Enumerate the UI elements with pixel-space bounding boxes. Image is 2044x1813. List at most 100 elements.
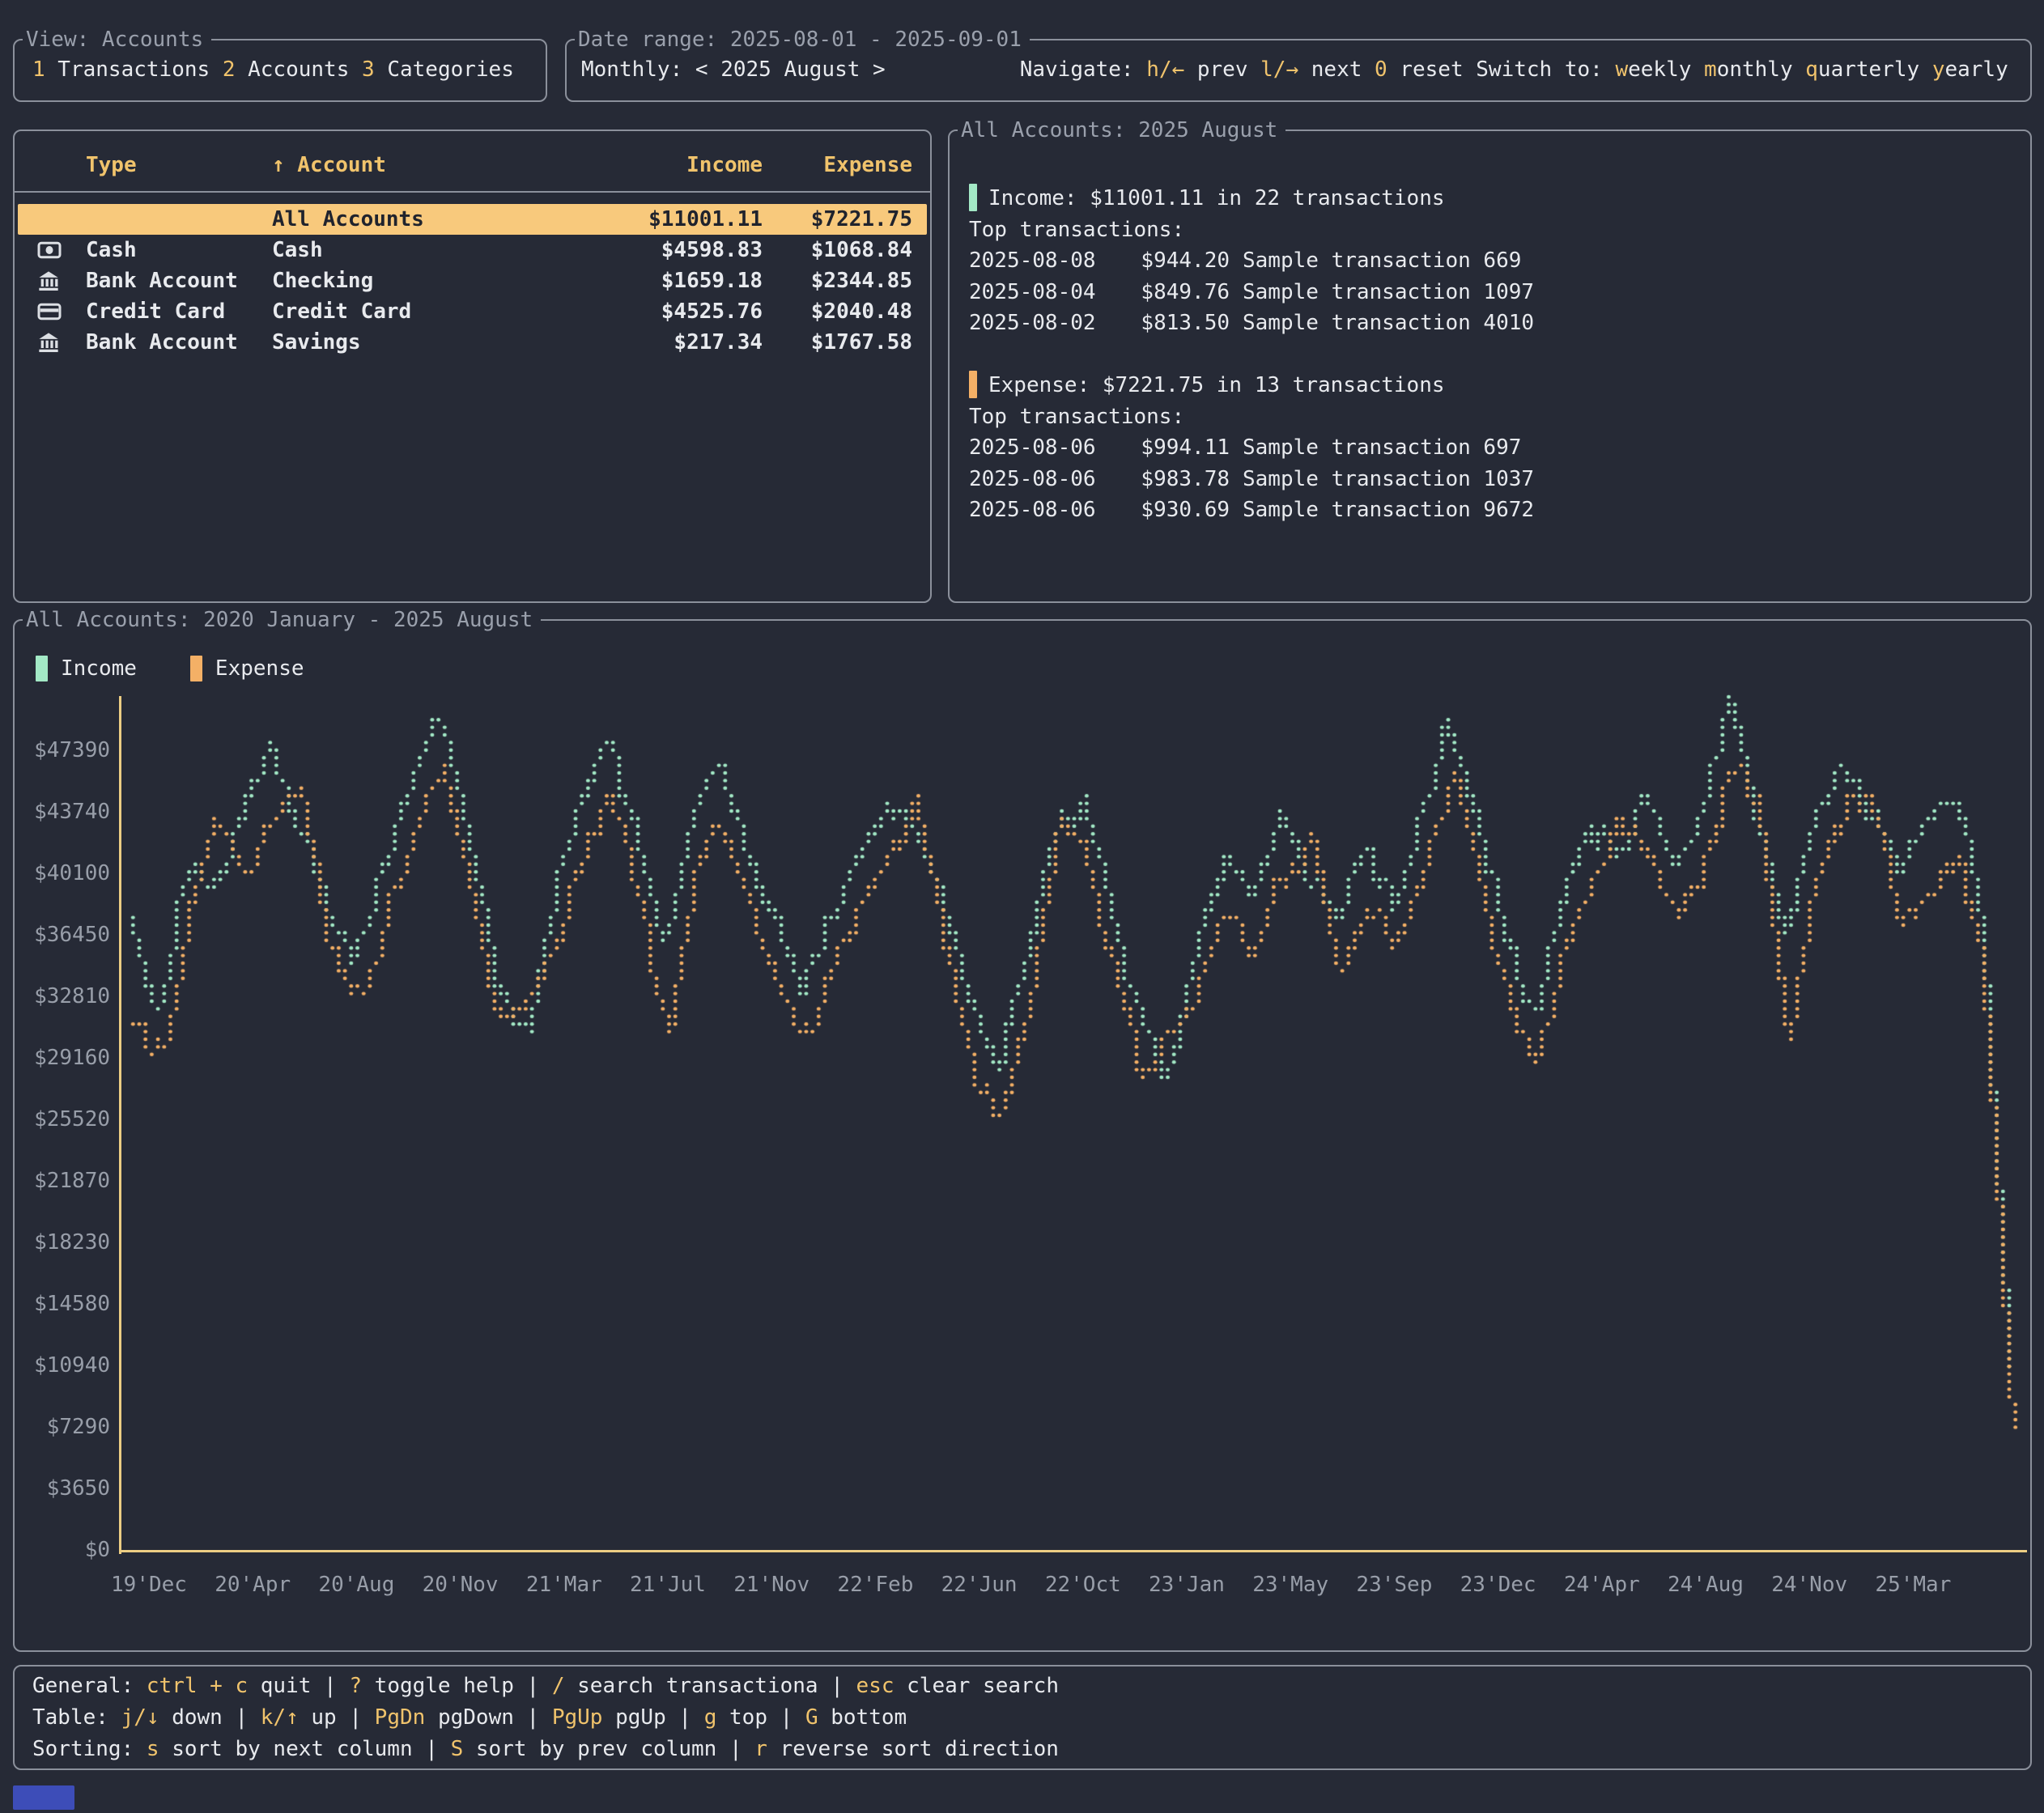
expense-marker <box>969 371 977 398</box>
help-key: PgUp <box>552 1705 603 1730</box>
help-content: General: ctrl + c quit | ? toggle help |… <box>15 1667 2030 1765</box>
navigate-key: w <box>1615 57 1628 82</box>
x-axis-label: 22'Jun <box>927 1569 1032 1600</box>
tab-transactions[interactable]: 1 Transactions <box>32 57 223 82</box>
tab-key: 1 <box>32 57 45 82</box>
navigate-text: uarterly <box>1818 57 1932 82</box>
help-text: toggle help | <box>362 1674 552 1698</box>
x-axis-label: 19'Dec <box>96 1569 202 1600</box>
y-axis-label: $10940 <box>15 1350 110 1381</box>
x-axis-line <box>119 1550 2027 1552</box>
y-axis-label: $14580 <box>15 1289 110 1319</box>
navigate-key: h/← <box>1146 57 1184 82</box>
help-text: pgUp | <box>602 1705 703 1730</box>
cell-income: $4598.83 <box>568 235 763 265</box>
chart-canvas <box>15 621 2030 1650</box>
column-header-type[interactable]: Type <box>86 147 272 183</box>
tab-label: Categories <box>375 57 514 82</box>
period-mode-label: Monthly: <box>581 57 695 82</box>
x-axis-label: 24'Apr <box>1549 1569 1655 1600</box>
help-panel: General: ctrl + c quit | ? toggle help |… <box>13 1665 2032 1770</box>
cell-income: $1659.18 <box>568 265 763 296</box>
x-axis-label: 20'Nov <box>408 1569 513 1600</box>
cell-income: $11001.11 <box>568 204 763 235</box>
column-header-expense[interactable]: Expense <box>763 147 912 183</box>
transaction-date: 2025-08-06 <box>969 432 1108 464</box>
cell-income: $217.34 <box>568 327 763 358</box>
income-swatch <box>36 656 48 681</box>
help-key: S <box>451 1737 464 1761</box>
transaction-amount: $813.50 <box>1108 308 1230 339</box>
table-row[interactable]: Credit CardCredit Card$4525.76$2040.48 <box>18 296 927 327</box>
navigate-help: Navigate: h/← prev l/→ next 0 reset Swit… <box>1020 54 2008 85</box>
table-row[interactable]: All Accounts$11001.11$7221.75 <box>18 204 927 235</box>
navigate-text: Navigate: <box>1020 57 1147 82</box>
view-box-title: View: Accounts <box>23 23 211 57</box>
table-row[interactable]: Bank AccountChecking$1659.18$2344.85 <box>18 265 927 296</box>
x-axis-label: 21'Mar <box>512 1569 617 1600</box>
transaction-amount: $994.11 <box>1108 432 1230 464</box>
tab-accounts[interactable]: 2 Accounts <box>223 57 362 82</box>
transaction-row: 2025-08-02$813.50Sample transaction 4010 <box>969 308 2030 339</box>
bank-icon <box>37 270 86 292</box>
cell-expense: $1767.58 <box>763 327 912 358</box>
navigate-text: eekly <box>1628 57 1704 82</box>
transaction-date: 2025-08-06 <box>969 464 1108 495</box>
help-key: PgDn <box>375 1705 426 1730</box>
help-text: sort by prev column | <box>463 1737 754 1761</box>
help-text: search transactiona | <box>564 1674 856 1698</box>
transaction-row: 2025-08-08$944.20Sample transaction 669 <box>969 245 2030 277</box>
column-header-account[interactable]: ↑ Account <box>272 147 568 183</box>
help-text: up | <box>299 1705 375 1730</box>
x-axis-label: 20'Aug <box>304 1569 409 1600</box>
accounts-table: Type↑ AccountIncomeExpense All Accounts$1… <box>15 131 930 358</box>
transaction-date: 2025-08-04 <box>969 277 1108 308</box>
tab-categories[interactable]: 3 Categories <box>362 57 514 82</box>
help-text: Sorting: <box>32 1737 147 1761</box>
help-key: / <box>552 1674 565 1698</box>
x-axis-label: 21'Jul <box>615 1569 720 1600</box>
help-text: top | <box>716 1705 805 1730</box>
next-period-button[interactable]: > <box>873 57 886 82</box>
column-header-income[interactable]: Income <box>568 147 763 183</box>
period-selector: Monthly: < 2025 August > <box>581 54 886 85</box>
navigate-key: q <box>1805 57 1818 82</box>
transaction-date: 2025-08-06 <box>969 495 1108 526</box>
summary-content: Income: $11001.11 in 22 transactionsTop … <box>950 131 2030 526</box>
income-marker <box>969 184 977 211</box>
table-row[interactable]: Bank AccountSavings$217.34$1767.58 <box>18 327 927 358</box>
x-axis-label: 21'Nov <box>719 1569 824 1600</box>
cell-expense: $7221.75 <box>763 204 912 235</box>
y-axis-label: $29160 <box>15 1042 110 1073</box>
y-axis-label: $47390 <box>15 735 110 766</box>
help-text: General: <box>32 1674 147 1698</box>
tab-label: Transactions <box>45 57 223 82</box>
cell-account: Savings <box>272 327 568 358</box>
tab-key: 3 <box>362 57 375 82</box>
transaction-desc: Sample transaction 1037 <box>1243 467 1534 491</box>
transaction-row: 2025-08-06$994.11Sample transaction 697 <box>969 432 2030 464</box>
cell-expense: $2040.48 <box>763 296 912 327</box>
table-header: Type↑ AccountIncomeExpense <box>18 147 927 183</box>
prev-period-button[interactable]: < <box>695 57 708 82</box>
help-key: k/↑ <box>261 1705 299 1730</box>
y-axis-label: $7290 <box>15 1412 110 1442</box>
chart-panel: All Accounts: 2020 January - 2025 August… <box>13 619 2032 1652</box>
help-line: Sorting: s sort by next column | S sort … <box>32 1734 2030 1765</box>
help-text: sort by next column | <box>159 1737 451 1761</box>
header-separator <box>15 191 930 193</box>
help-key: r <box>754 1737 767 1761</box>
help-text: bottom <box>818 1705 907 1730</box>
help-key: G <box>805 1705 818 1730</box>
date-range-box: Date range: 2025-08-01 - 2025-09-01 Mont… <box>565 39 2032 102</box>
y-axis-label: $40100 <box>15 858 110 889</box>
tab-key: 2 <box>223 57 236 82</box>
x-axis-label: 20'Apr <box>200 1569 305 1600</box>
y-axis-label: $21870 <box>15 1166 110 1196</box>
date-range-title: Date range: 2025-08-01 - 2025-09-01 <box>575 23 1030 57</box>
help-key: s <box>147 1737 159 1761</box>
navigate-key: 0 <box>1375 57 1387 82</box>
cell-account: Credit Card <box>272 296 568 327</box>
table-row[interactable]: CashCash$4598.83$1068.84 <box>18 235 927 265</box>
bank-icon <box>37 331 86 354</box>
